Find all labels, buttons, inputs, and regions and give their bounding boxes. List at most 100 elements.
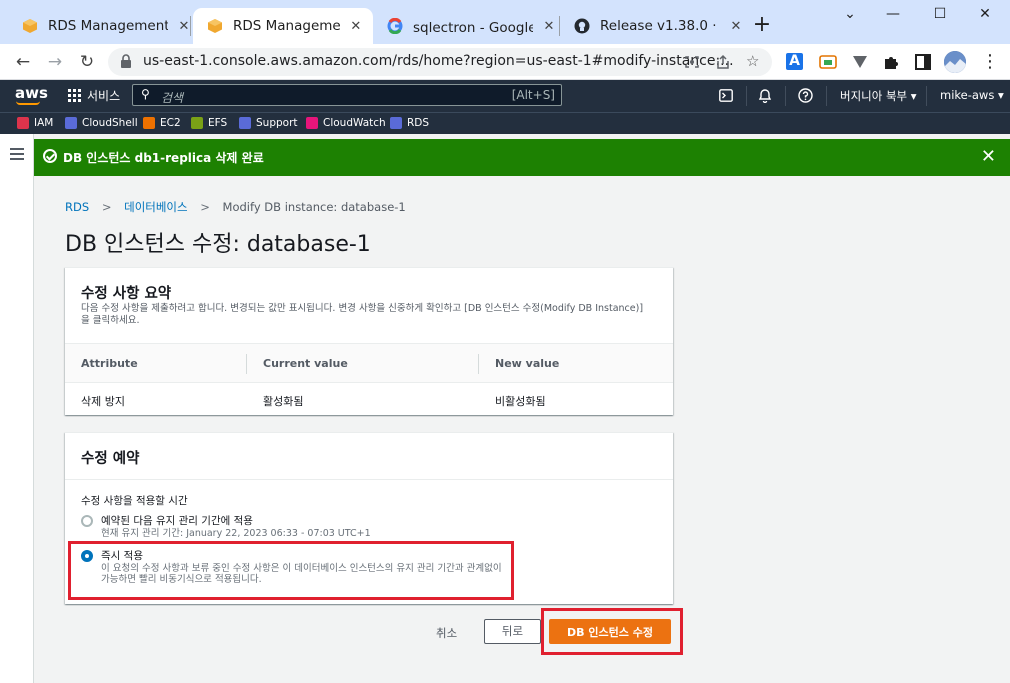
bookmark-star-icon[interactable]: ☆ — [746, 52, 759, 70]
vimium-extension-icon[interactable] — [850, 52, 870, 72]
forward-arrow-icon[interactable]: → — [43, 50, 67, 74]
row-current-value: 활성화됨 — [263, 395, 304, 408]
aws-box-icon — [23, 19, 37, 33]
browser-tab-active[interactable]: RDS Management Co ✕ — [193, 8, 373, 44]
cloudshell-icon[interactable] — [719, 89, 733, 102]
dismiss-flash-button[interactable]: ✕ — [981, 146, 996, 167]
breadcrumb-rds[interactable]: RDS — [65, 200, 89, 214]
aws-search-input[interactable]: ⚲ 검색 [Alt+S] — [132, 84, 562, 106]
profile-avatar[interactable] — [944, 51, 966, 73]
cloudshell-icon — [65, 117, 77, 129]
browser-toolbar: ← → ↻ us-east-1.console.aws.amazon.com/r… — [0, 44, 1010, 80]
favorite-cloudwatch[interactable]: CloudWatch — [306, 117, 386, 129]
column-header: Attribute — [81, 357, 138, 370]
hamburger-menu-icon[interactable] — [10, 148, 24, 163]
summary-table-header: Attribute Current value New value — [65, 343, 673, 383]
nav-divider — [785, 86, 786, 106]
favorites-bar: IAM CloudShell EC2 EFS Support CloudWatc… — [0, 112, 1010, 134]
aws-logo[interactable]: aws — [15, 84, 48, 102]
nav-divider — [926, 86, 927, 106]
breadcrumb-separator: > — [101, 200, 112, 214]
close-tab-icon[interactable]: ✕ — [728, 19, 744, 34]
close-tab-icon[interactable]: ✕ — [349, 19, 363, 34]
url-text: us-east-1.console.aws.amazon.com/rds/hom… — [143, 53, 734, 69]
tab-search-icon[interactable]: ⌄ — [835, 6, 865, 22]
cancel-button[interactable]: 취소 — [436, 625, 457, 641]
favorite-support[interactable]: Support — [239, 117, 298, 129]
favorite-label: EFS — [208, 117, 228, 129]
extensions-puzzle-icon[interactable] — [881, 52, 901, 72]
aws-box-icon — [208, 19, 222, 33]
favorite-rds[interactable]: RDS — [390, 117, 429, 129]
summary-description: 다음 수정 사항을 제출하려고 합니다. 변경되는 값만 표시됩니다. 변경 사… — [81, 303, 644, 326]
iam-icon — [17, 117, 29, 129]
success-flash-banner: DB 인스턴스 db1-replica 삭제 완료 ✕ — [34, 139, 1010, 176]
services-label: 서비스 — [87, 89, 121, 103]
summary-title: 수정 사항 요약 — [81, 286, 172, 302]
summary-panel: 수정 사항 요약 다음 수정 사항을 제출하려고 합니다. 변경되는 값만 표시… — [65, 267, 673, 415]
maximize-button[interactable]: ☐ — [925, 6, 955, 22]
help-icon[interactable] — [798, 88, 813, 103]
close-tab-icon[interactable]: ✕ — [541, 19, 557, 34]
nav-divider — [746, 86, 747, 106]
region-selector[interactable]: 버지니아 북부 ▾ — [840, 88, 917, 104]
minimize-button[interactable]: — — [878, 6, 908, 22]
browser-tab[interactable]: sqlectron - Google 검 ✕ — [373, 8, 567, 44]
address-bar[interactable]: us-east-1.console.aws.amazon.com/rds/hom… — [108, 48, 772, 76]
favorite-efs[interactable]: EFS — [191, 117, 227, 129]
modify-db-instance-button[interactable]: DB 인스턴스 수정 — [549, 619, 671, 644]
favorite-label: RDS — [407, 117, 430, 129]
browser-tab[interactable]: RDS Management Co ✕ — [8, 8, 202, 44]
panel-divider — [65, 479, 673, 480]
google-icon — [387, 18, 403, 34]
window-close-button[interactable]: ✕ — [970, 6, 1000, 22]
search-icon: ⚲ — [141, 87, 150, 101]
option-scheduled-label[interactable]: 예약된 다음 유지 관리 기간에 적용 — [101, 513, 253, 528]
rds-icon — [390, 117, 402, 129]
cloudwatch-icon — [306, 117, 318, 129]
new-tab-button[interactable]: + — [750, 12, 774, 37]
radio-scheduled[interactable] — [81, 515, 93, 527]
avatar-image — [944, 51, 966, 73]
page-title: DB 인스턴스 수정: database-1 — [65, 232, 371, 257]
side-nav-rail — [0, 134, 34, 683]
success-check-icon — [43, 149, 57, 163]
favorite-label: CloudShell — [82, 117, 138, 129]
column-divider — [246, 354, 247, 374]
side-panel-icon[interactable] — [913, 52, 933, 72]
breadcrumb-databases[interactable]: 데이터베이스 — [124, 200, 187, 214]
column-header: New value — [495, 357, 560, 370]
favorite-label: Support — [256, 117, 298, 129]
back-button[interactable]: 뒤로 — [484, 619, 541, 644]
back-arrow-icon[interactable]: ← — [11, 50, 35, 74]
nav-divider — [826, 86, 827, 106]
reload-icon[interactable]: ↻ — [75, 50, 99, 74]
favorite-label: EC2 — [160, 117, 181, 129]
aws-top-nav: aws 서비스 ⚲ 검색 [Alt+S] 버지니아 북부 ▾ mike-aws … — [0, 80, 1010, 112]
tab-title: Release v1.38.0 · sqle — [600, 18, 720, 34]
favorite-iam[interactable]: IAM — [17, 117, 53, 129]
translate-extension-icon[interactable]: A — [786, 53, 803, 70]
screenshot-extension-icon[interactable] — [818, 52, 838, 72]
tab-title: sqlectron - Google 검 — [413, 20, 533, 36]
flash-message: DB 인스턴스 db1-replica 삭제 완료 — [63, 151, 264, 165]
browser-tab-strip: RDS Management Co ✕ RDS Management Co ✕ … — [0, 0, 1010, 44]
favorite-cloudshell[interactable]: CloudShell — [65, 117, 138, 129]
schedule-title: 수정 예약 — [81, 451, 140, 467]
breadcrumb-current: Modify DB instance: database-1 — [222, 200, 406, 214]
lock-icon — [121, 54, 131, 68]
google-lens-icon[interactable] — [684, 55, 700, 69]
search-placeholder: 검색 — [161, 91, 184, 105]
tab-title: RDS Management Co — [48, 18, 168, 34]
breadcrumb: RDS > 데이터베이스 > Modify DB instance: datab… — [65, 199, 406, 215]
browser-tab[interactable]: Release v1.38.0 · sqle ✕ — [560, 8, 754, 44]
browser-menu-icon[interactable]: ⋮ — [980, 52, 1000, 72]
share-icon[interactable] — [715, 54, 731, 70]
support-icon — [239, 117, 251, 129]
account-menu[interactable]: mike-aws ▾ — [940, 88, 1004, 102]
grid-icon — [68, 89, 81, 102]
services-menu[interactable]: 서비스 — [68, 87, 120, 104]
bell-icon[interactable] — [758, 88, 772, 103]
favorite-ec2[interactable]: EC2 — [143, 117, 181, 129]
row-attribute: 삭제 방지 — [81, 395, 125, 408]
